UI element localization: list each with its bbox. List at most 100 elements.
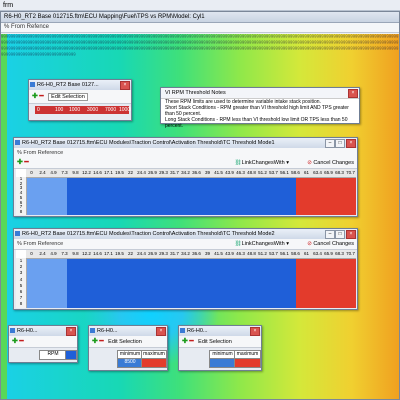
add-icon[interactable]: ✚ bbox=[32, 93, 38, 100]
mini-value-1: 100 bbox=[55, 107, 64, 113]
close-icon[interactable]: × bbox=[250, 327, 260, 336]
col-header: 61 bbox=[303, 251, 309, 256]
maximize-icon[interactable]: □ bbox=[335, 139, 345, 148]
col-header: 9.8 bbox=[72, 251, 79, 256]
tc-mode1-header: 0 2.4 4.9 7.3 9.8 12.2 14.6 17.1 19.5 22 24.4 26.9 2… bbox=[26, 169, 356, 178]
subtract-icon[interactable]: ━ bbox=[24, 159, 28, 166]
mini-values-row: 0 100 1000 3000 7000 10000 bbox=[35, 106, 131, 114]
link-changes-button[interactable]: ⛓LinkChangesWith ▾ bbox=[235, 239, 289, 249]
col-header: 17.1 bbox=[104, 170, 113, 175]
notes-line-3: Long Stack Conditions - RPM less than VI… bbox=[165, 117, 348, 129]
col-header: 41.5 bbox=[214, 170, 223, 175]
col-header: 12.2 bbox=[82, 251, 91, 256]
maximize-icon[interactable]: □ bbox=[335, 230, 345, 239]
minimum-value[interactable]: 8500 bbox=[117, 358, 143, 368]
row-labels: 12345678 bbox=[16, 176, 27, 215]
add-icon[interactable]: ✚ bbox=[182, 338, 188, 345]
view-mode-dropdown[interactable]: % From Refence bbox=[4, 24, 49, 30]
tc-mode2-table[interactable]: 0 2.4 4.9 7.3 9.8 12.2 14.6 17.1 19.5 22 24.4 26.9 2… bbox=[16, 250, 356, 308]
col-header: 36.6 bbox=[192, 170, 201, 175]
close-icon[interactable]: × bbox=[348, 89, 358, 98]
col-header: 65.9 bbox=[324, 170, 333, 175]
subtract-icon[interactable]: ━ bbox=[19, 338, 23, 345]
tc-mode1-window: R6-H0_RT2 Base 012715.ftm\ECU Modules\Tr… bbox=[13, 137, 358, 217]
edit-selection-input[interactable]: Edit Selection bbox=[108, 339, 142, 345]
mini-value-0: 0 bbox=[37, 107, 40, 113]
cancel-changes-button[interactable]: ⊘ Cancel Changes bbox=[307, 158, 354, 168]
rpm-value-cell[interactable] bbox=[65, 350, 77, 360]
tc-mode1-table[interactable]: 0 2.4 4.9 7.3 9.8 12.2 14.6 17.1 19.5 22 24.4 26.9 2… bbox=[16, 169, 356, 215]
subtract-icon[interactable]: ━ bbox=[189, 338, 193, 345]
maximum-value[interactable] bbox=[234, 358, 261, 368]
add-icon[interactable]: ✚ bbox=[92, 338, 98, 345]
add-icon[interactable]: ✚ bbox=[17, 159, 23, 166]
col-header: 56.1 bbox=[280, 170, 289, 175]
col-header: 70.7 bbox=[346, 251, 355, 256]
threshold-1-toolbar: ✚ ━ Edit Selection bbox=[89, 336, 167, 348]
tc-mode2-header: 0 2.4 4.9 7.3 9.8 12.2 14.6 17.1 19.5 22 24.4 26.9 2… bbox=[26, 250, 356, 259]
col-header: 14.6 bbox=[93, 251, 102, 256]
close-icon[interactable]: × bbox=[346, 139, 356, 148]
close-icon[interactable]: × bbox=[120, 81, 130, 90]
tc-mode2-window: R6-H0_RT2 Base 012715.ftm\ECU Modules\Tr… bbox=[13, 228, 358, 310]
col-header: 4.9 bbox=[50, 251, 57, 256]
cancel-changes-label: Cancel Changes bbox=[313, 241, 354, 247]
app-title: frm bbox=[3, 2, 14, 9]
col-header: 7.3 bbox=[61, 251, 68, 256]
link-icon: ⛓ bbox=[234, 241, 242, 247]
minimum-value[interactable] bbox=[209, 358, 236, 368]
col-header: 4.9 bbox=[50, 170, 57, 175]
mini-table-title: R6-H0_RT2 Base 0127... bbox=[37, 82, 99, 88]
col-header: 29.3 bbox=[159, 170, 168, 175]
edit-selection-input[interactable]: Edit Selection bbox=[48, 93, 88, 101]
tc-mode2-toolbar: % From Reference ⛓LinkChangesWith ▾ ⊘ Ca… bbox=[14, 239, 357, 250]
rpm-window: R6-H0... × ✚ ━ RPM bbox=[8, 325, 78, 363]
notes-title: VI RPM Threshold Notes bbox=[165, 90, 226, 96]
minimize-icon[interactable]: – bbox=[325, 139, 335, 148]
notes-line-2: Short Stack Conditions - RPM greater tha… bbox=[165, 105, 349, 117]
threshold-2-toolbar: ✚ ━ Edit Selection bbox=[179, 336, 261, 348]
cells-red bbox=[296, 259, 356, 308]
col-header: 19.5 bbox=[115, 251, 124, 256]
mini-value-4: 7000 bbox=[105, 107, 117, 113]
view-mode-dropdown[interactable]: % From Reference bbox=[17, 241, 63, 247]
window-icon bbox=[10, 328, 15, 333]
col-header: 14.6 bbox=[93, 170, 102, 175]
mini-value-2: 1000 bbox=[69, 107, 81, 113]
col-header: 9.8 bbox=[72, 170, 79, 175]
col-header: 63.4 bbox=[313, 170, 322, 175]
fuel-map-titlebar[interactable]: R6-H0_RT2 Base 012715.ftm\ECU Mapping\Fu… bbox=[1, 12, 399, 23]
col-header: 65.9 bbox=[324, 251, 333, 256]
col-header: 46.3 bbox=[236, 170, 245, 175]
col-header: 24.4 bbox=[137, 251, 146, 256]
col-header: 56.1 bbox=[280, 251, 289, 256]
window-icon bbox=[30, 82, 35, 87]
minimize-icon[interactable]: – bbox=[325, 230, 335, 239]
close-icon[interactable]: × bbox=[346, 230, 356, 239]
col-header: 2.4 bbox=[39, 170, 46, 175]
close-icon[interactable]: × bbox=[66, 327, 76, 336]
row-labels: 12345678 bbox=[16, 258, 27, 308]
cancel-changes-button[interactable]: ⊘ Cancel Changes bbox=[307, 239, 354, 249]
maximum-value[interactable] bbox=[141, 358, 167, 368]
close-icon[interactable]: × bbox=[156, 327, 166, 336]
row-label: 8 bbox=[19, 301, 23, 307]
subtract-icon[interactable]: ━ bbox=[99, 338, 103, 345]
add-icon[interactable]: ✚ bbox=[12, 338, 18, 345]
edit-selection-input[interactable]: Edit Selection bbox=[198, 339, 232, 345]
col-header: 7.3 bbox=[61, 170, 68, 175]
subtract-icon[interactable]: ━ bbox=[39, 93, 43, 100]
mini-table-toolbar: ✚ ━ Edit Selection bbox=[29, 90, 131, 104]
col-header: 48.8 bbox=[247, 170, 256, 175]
col-header: 53.7 bbox=[269, 170, 278, 175]
col-header: 0 bbox=[30, 170, 33, 175]
cancel-icon: ⊘ bbox=[307, 241, 312, 247]
link-changes-button[interactable]: ⛓LinkChangesWith ▾ bbox=[235, 158, 289, 168]
threshold-window-2: R6-H0... × ✚ ━ Edit Selection minimum ma… bbox=[178, 325, 262, 371]
col-header: 58.6 bbox=[291, 251, 300, 256]
view-mode-dropdown[interactable]: % From Reference bbox=[17, 150, 63, 156]
fuel-map-toolbar: % From Refence bbox=[1, 23, 399, 33]
col-header: 36.6 bbox=[192, 251, 201, 256]
notes-titlebar[interactable]: VI RPM Threshold Notes × bbox=[161, 88, 359, 99]
link-changes-label: LinkChangesWith bbox=[241, 160, 285, 166]
